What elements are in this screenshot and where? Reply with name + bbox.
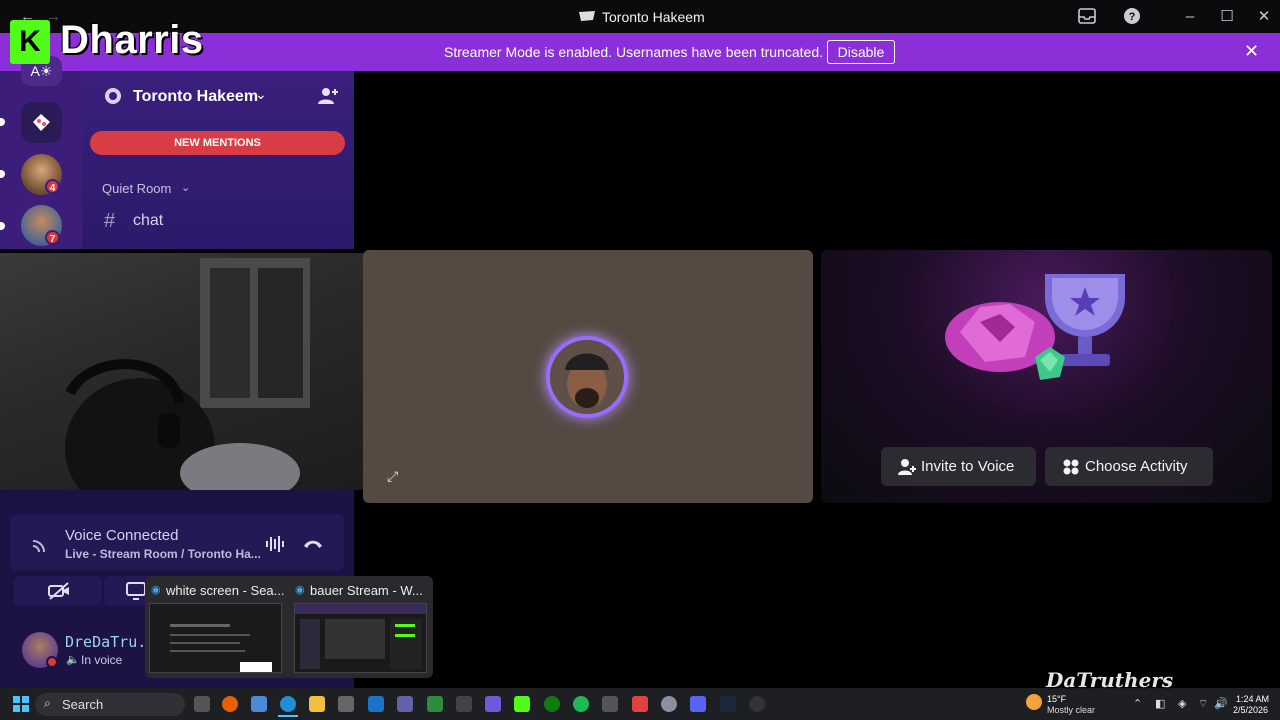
window-title: Toronto Hakeem <box>602 9 705 25</box>
settings-icon[interactable] <box>661 696 677 712</box>
user-status: In voice <box>81 653 123 667</box>
invite-label: Invite to Voice <box>921 458 1015 475</box>
discord-title-icon <box>579 11 595 21</box>
chevron-up-icon[interactable]: ⌃ <box>1133 697 1142 710</box>
banner-text: Streamer Mode is enabled. Usernames have… <box>444 44 823 60</box>
preview-title[interactable]: white screen - Sea... <box>166 583 285 598</box>
server-settings-icon[interactable] <box>103 86 123 106</box>
app-icon[interactable] <box>456 696 472 712</box>
disable-button[interactable]: Disable <box>827 40 895 64</box>
file-explorer-icon[interactable] <box>309 696 325 712</box>
edge-icon: ◉ <box>295 584 305 596</box>
popout-icon[interactable]: ⤢ <box>387 468 398 485</box>
disconnect-icon[interactable] <box>302 538 324 550</box>
channel-chat[interactable]: chat <box>133 212 163 230</box>
search-label: Search <box>62 697 104 712</box>
preview-thumbnail[interactable] <box>149 603 282 673</box>
weather-icon[interactable] <box>1026 694 1042 710</box>
connection-icon[interactable] <box>30 535 50 555</box>
app-icon[interactable] <box>749 696 765 712</box>
minimize-icon[interactable]: – <box>1177 6 1203 28</box>
clock-time[interactable]: 1:24 AM <box>1236 694 1269 704</box>
windows-start-icon[interactable] <box>13 696 29 712</box>
active-app-indicator <box>278 715 298 717</box>
voice-connected-title: Voice Connected <box>65 527 179 544</box>
steam-icon[interactable] <box>720 696 736 712</box>
invite-to-voice-button[interactable]: Invite to Voice <box>881 447 1036 486</box>
help-icon[interactable]: ? <box>1123 7 1141 25</box>
new-mentions-button[interactable]: NEW MENTIONS <box>90 131 345 155</box>
edge-icon: ◉ <box>151 584 161 596</box>
teams-icon[interactable] <box>397 696 413 712</box>
choose-activity-button[interactable]: Choose Activity <box>1045 447 1213 486</box>
firefox-icon[interactable] <box>222 696 238 712</box>
svg-text:?: ? <box>1129 11 1136 23</box>
spotify-icon[interactable] <box>573 696 589 712</box>
dnd-status-icon <box>46 656 58 668</box>
preview-title[interactable]: bauer Stream - W... <box>310 583 423 598</box>
chevron-down-icon[interactable]: ⌄ <box>255 86 267 103</box>
close-banner-icon[interactable]: ✕ <box>1244 41 1259 62</box>
server-icon-discord[interactable] <box>21 102 62 143</box>
server-name[interactable]: Toronto Hakeem <box>133 88 258 106</box>
close-window-icon[interactable]: ✕ <box>1251 6 1277 28</box>
participant-avatar[interactable] <box>546 336 628 418</box>
preview-thumbnail[interactable] <box>294 603 427 673</box>
mention-badge: 7 <box>45 230 60 245</box>
choose-activity-label: Choose Activity <box>1085 458 1188 475</box>
kick-icon[interactable] <box>514 696 530 712</box>
discord-icon[interactable] <box>690 696 706 712</box>
xbox-icon[interactable] <box>544 696 560 712</box>
search-icon: ⌕ <box>44 696 51 710</box>
app-icon[interactable] <box>427 696 443 712</box>
task-view-icon[interactable] <box>194 696 210 712</box>
tray-icon[interactable]: ◧ <box>1155 697 1165 710</box>
inbox-icon[interactable] <box>1078 8 1096 24</box>
store-icon[interactable] <box>338 696 354 712</box>
clock-date[interactable]: 2/5/2026 <box>1233 705 1268 715</box>
kick-logo: K <box>10 20 50 64</box>
copilot-icon[interactable] <box>251 696 267 712</box>
category-quiet-room[interactable]: Quiet Room <box>102 181 171 196</box>
webcam-overlay <box>0 253 390 490</box>
text-channel-icon: # <box>104 210 116 232</box>
app-icon[interactable] <box>485 696 501 712</box>
volume-icon[interactable]: 🔊 <box>1214 697 1228 710</box>
edge-icon[interactable] <box>280 696 296 712</box>
chevron-down-icon: ⌄ <box>181 182 191 194</box>
speaker-icon: 🔈 <box>66 654 80 666</box>
outlook-icon[interactable] <box>368 696 384 712</box>
stream-watermark: DaTruthers <box>1046 668 1174 692</box>
weather-desc: Mostly clear <box>1047 705 1096 715</box>
streamer-name-overlay: Dharris <box>60 18 204 62</box>
mention-badge: 4 <box>45 179 60 194</box>
app-icon[interactable] <box>602 696 618 712</box>
taskbar-search[interactable] <box>35 693 185 716</box>
add-friend-icon[interactable] <box>317 86 339 106</box>
maximize-icon[interactable]: ☐ <box>1214 6 1240 28</box>
tray-icon[interactable]: ◈ <box>1178 697 1186 710</box>
camera-button[interactable] <box>14 576 102 606</box>
wifi-icon[interactable]: ⌔ <box>1198 697 1208 711</box>
noise-suppression-icon[interactable] <box>265 535 285 553</box>
voice-channel-link[interactable]: Live - Stream Room / Toronto Ha... <box>65 547 261 561</box>
weather-temp: 15°F <box>1047 694 1067 704</box>
trophy-activity-illustration <box>945 274 1125 380</box>
app-icon[interactable] <box>632 696 648 712</box>
